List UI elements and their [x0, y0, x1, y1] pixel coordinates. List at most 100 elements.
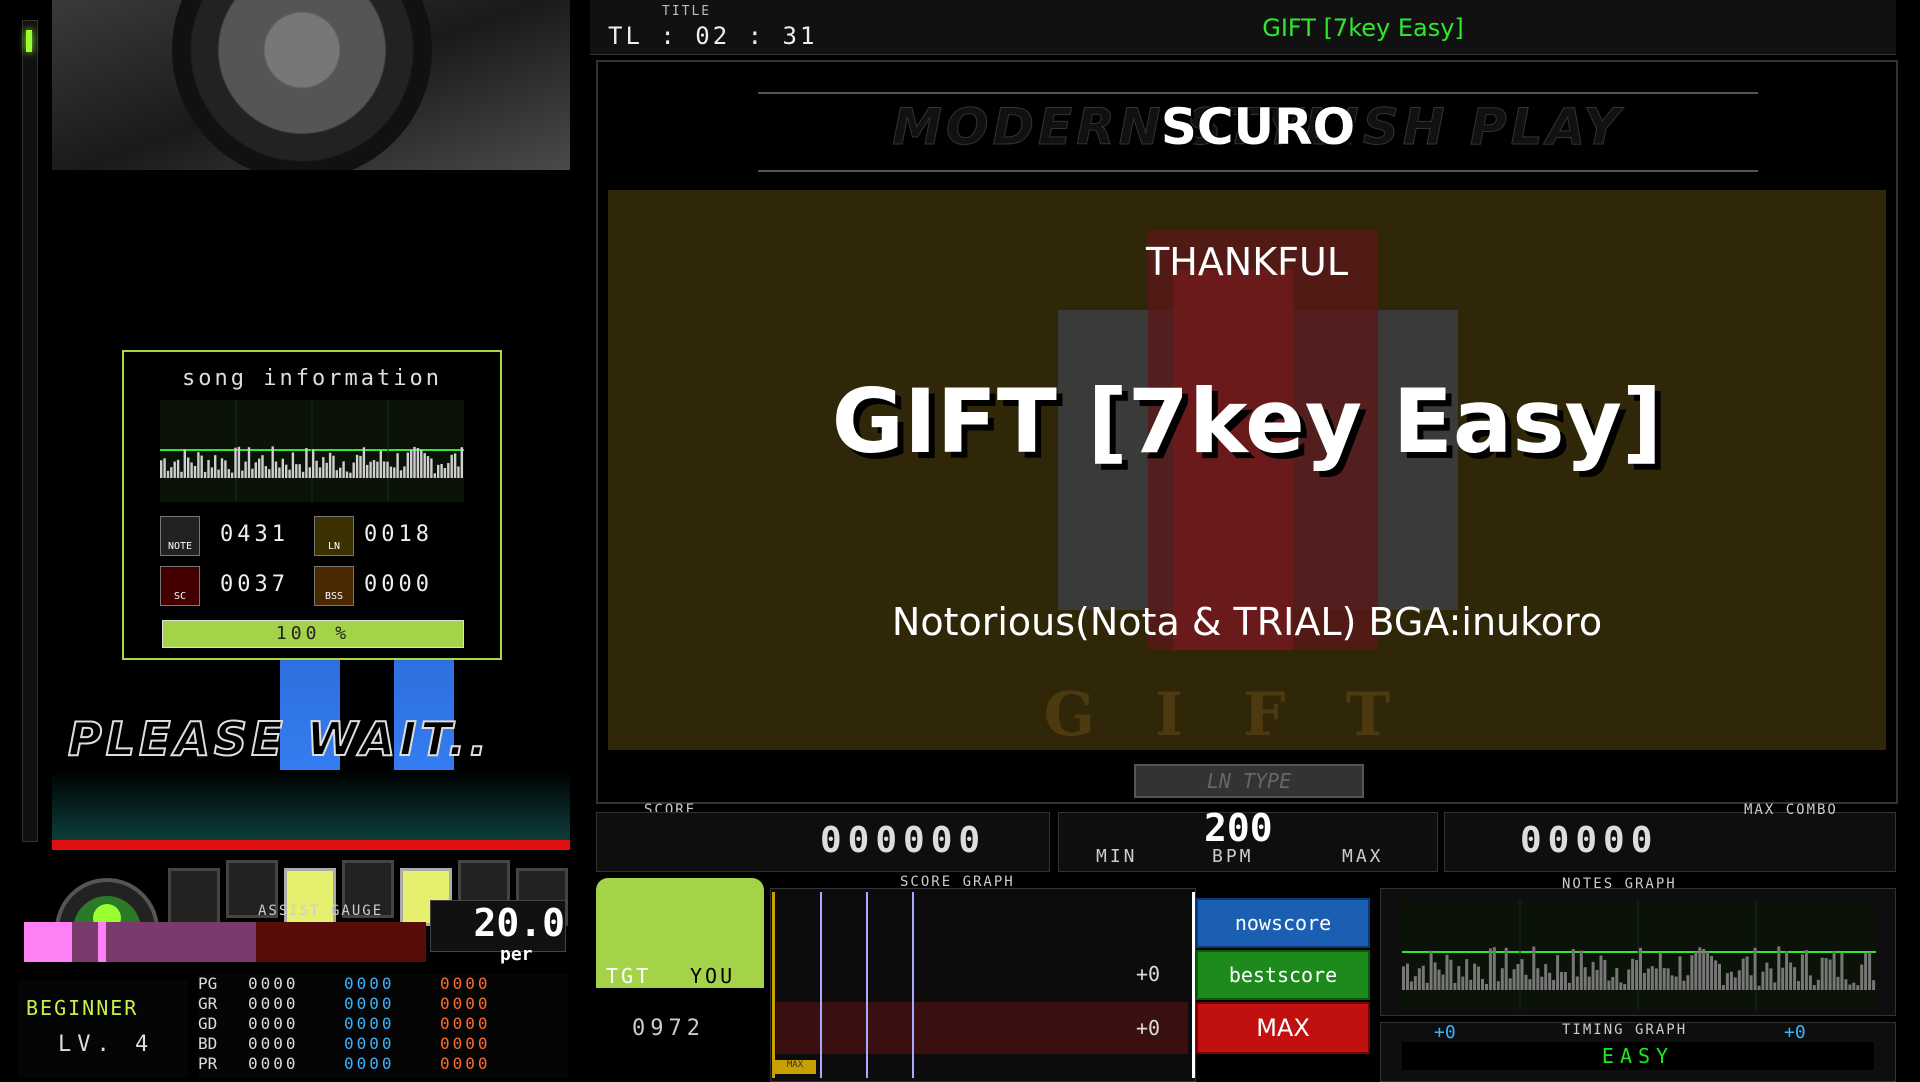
density-bar: [234, 447, 237, 478]
density-bar: [1797, 981, 1800, 990]
best-score-indicator: bestscore: [1196, 950, 1370, 1000]
difficulty-panel: BEGINNER LV. 4: [18, 980, 188, 1078]
density-bar: [1757, 985, 1761, 990]
density-bar: [224, 460, 227, 478]
density-bar: [1824, 958, 1828, 990]
density-bar: [376, 461, 379, 478]
gauge-type: EASY: [1402, 1042, 1874, 1070]
bga-frame: MODERN STYLISH PLAY SCURO GIFT THANKFUL …: [596, 60, 1898, 804]
density-bar: [1631, 958, 1635, 990]
density-bar: [1820, 957, 1824, 990]
density-bar: [359, 455, 362, 478]
score-graph-edge: [1192, 892, 1195, 1078]
density-bar: [1714, 960, 1718, 990]
target-score: 0972: [632, 1016, 705, 1041]
density-bar: [433, 473, 436, 478]
max-marker: MAX: [774, 1060, 816, 1074]
density-bar: [1579, 950, 1583, 990]
density-bar: [1417, 968, 1421, 990]
density-bar: [1402, 966, 1405, 990]
density-bar: [1852, 982, 1856, 990]
density-bar: [335, 470, 338, 478]
density-bar: [1595, 969, 1599, 990]
density-bar: [1508, 978, 1512, 990]
density-bar: [1658, 952, 1662, 990]
density-bar: [1868, 952, 1872, 990]
density-bar: [1449, 959, 1453, 990]
density-bar: [1646, 968, 1650, 990]
density-bar: [1793, 967, 1797, 990]
banner-logo: SCURO: [1160, 98, 1356, 156]
density-bar: [379, 450, 382, 478]
density-bar: [345, 471, 349, 478]
density-bar: [1560, 971, 1563, 990]
density-bar: [1844, 979, 1848, 990]
bpm-max-label: MAX: [1342, 846, 1384, 867]
density-bar: [389, 466, 393, 478]
density-bar: [355, 454, 359, 478]
density-bar: [1544, 964, 1548, 990]
density-bar: [1532, 946, 1536, 990]
density-bar: [1702, 948, 1706, 990]
density-bar: [1666, 968, 1670, 990]
density-bar: [1611, 977, 1615, 990]
density-bar: [1812, 985, 1816, 990]
density-bar: [1694, 951, 1698, 990]
lane-cover-image: [52, 0, 570, 170]
density-bar: [437, 464, 440, 478]
bpm-value: 200: [1204, 806, 1273, 850]
density-bar: [1725, 973, 1729, 990]
density-bar: [1536, 968, 1540, 990]
density-bar: [318, 467, 322, 478]
target-diff: +0: [1136, 1016, 1161, 1040]
density-bar: [183, 449, 186, 478]
density-bar: [426, 456, 430, 478]
density-bar: [403, 466, 406, 478]
density-bar: [247, 447, 251, 478]
density-bar: [264, 466, 268, 478]
assist-gauge-tick: [98, 922, 106, 962]
load-progress-bar: 100 %: [162, 620, 464, 648]
density-bar: [1828, 959, 1832, 990]
density-bar: [1753, 947, 1757, 990]
density-bar: [1737, 970, 1741, 990]
density-bar: [1437, 969, 1441, 990]
density-bar: [210, 467, 214, 478]
bpm-label: BPM: [1212, 846, 1254, 867]
density-bar: [230, 472, 234, 478]
density-bar: [291, 452, 295, 478]
density-bar: [372, 460, 376, 478]
density-bar: [193, 466, 197, 478]
density-bar: [369, 461, 372, 478]
density-bar: [328, 452, 332, 478]
assist-gauge-pink: [24, 922, 72, 962]
density-bar: [1528, 979, 1532, 990]
density-bar: [1840, 952, 1844, 990]
density-bar: [301, 471, 305, 478]
density-bar: [170, 467, 173, 478]
judge-table: PG 0000 0000 0000 GR 0000 0000 0000 GD 0000 0000…: [198, 974, 568, 1078]
density-bar: [1500, 968, 1504, 990]
mini-notes-graph: [160, 400, 464, 502]
density-bar: [308, 467, 311, 478]
density-bar: [271, 446, 274, 478]
note-count: 0431: [220, 522, 289, 547]
header-bar: TITLE TL : 02 : 31 GIFT [7key Easy]: [590, 0, 1896, 55]
density-bar: [1567, 982, 1571, 990]
density-bar: [1504, 947, 1508, 990]
density-bar: [163, 458, 166, 478]
density-bar: [416, 448, 420, 478]
judge-row: PG 0000 0000 0000: [198, 974, 491, 993]
density-bar: [366, 464, 369, 478]
density-bar: [1642, 973, 1646, 990]
density-bar: [278, 467, 281, 478]
density-bar: [1765, 962, 1769, 990]
judge-row: GD 0000 0000 0000: [198, 1014, 491, 1033]
density-bar: [217, 469, 220, 478]
density-bar: [1856, 985, 1860, 990]
song-title: GIFT [7key Easy]: [831, 370, 1663, 473]
header-song-title: GIFT [7key Easy]: [1262, 14, 1464, 42]
timing-graph-label: TIMING GRAPH: [1562, 1022, 1688, 1038]
density-bar: [1872, 980, 1876, 990]
difficulty-name: BEGINNER: [26, 996, 139, 1020]
